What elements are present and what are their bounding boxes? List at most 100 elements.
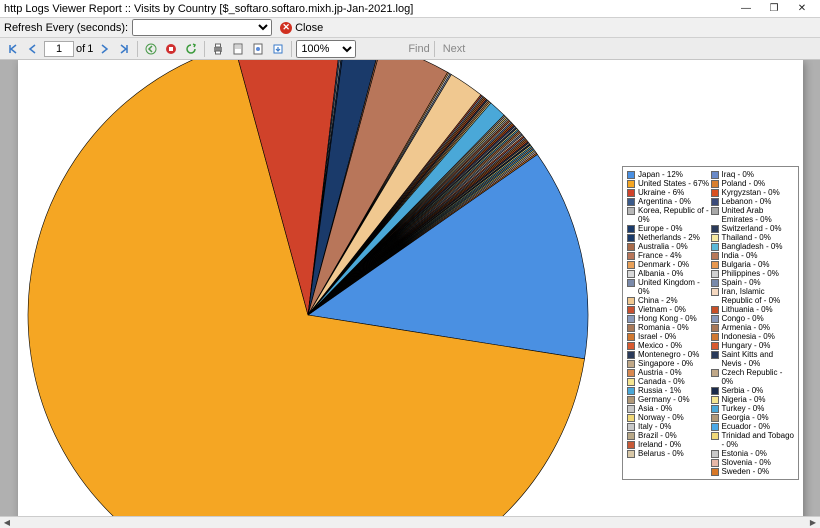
legend-item: Iraq - 0% — [711, 170, 795, 179]
legend-swatch — [627, 261, 635, 269]
legend-swatch — [711, 261, 719, 269]
print-button[interactable] — [209, 40, 227, 58]
legend-item: Norway - 0% — [627, 413, 711, 422]
legend-item: Russia - 1% — [627, 386, 711, 395]
legend-label: Vietnam - 0% — [638, 305, 686, 314]
refresh-interval-select[interactable] — [132, 19, 272, 36]
refresh-label: Refresh Every (seconds): — [4, 22, 128, 34]
legend-item: India - 0% — [711, 251, 795, 260]
legend-label: Israel - 0% — [638, 332, 676, 341]
legend-swatch — [627, 243, 635, 251]
legend-label: Georgia - 0% — [722, 413, 769, 422]
legend-label: Austria - 0% — [638, 368, 682, 377]
print-layout-button[interactable] — [229, 40, 247, 58]
legend-item: Europe - 0% — [627, 224, 711, 233]
legend-item: Ecuador - 0% — [711, 422, 795, 431]
legend-item: Thailand - 0% — [711, 233, 795, 242]
legend-label: Ecuador - 0% — [722, 422, 770, 431]
first-page-button[interactable] — [4, 40, 22, 58]
legend-label: Indonesia - 0% — [722, 332, 775, 341]
page-number-input[interactable] — [44, 41, 74, 57]
legend-label: Europe - 0% — [638, 224, 682, 233]
legend-swatch — [627, 378, 635, 386]
close-report-button[interactable]: ✕ Close — [276, 21, 327, 35]
scroll-right-button[interactable]: ▶ — [806, 517, 820, 528]
legend-swatch — [627, 432, 635, 440]
legend-label: Argentina - 0% — [638, 197, 691, 206]
legend-item: Hungary - 0% — [711, 341, 795, 350]
legend-swatch — [627, 297, 635, 305]
scroll-track[interactable] — [14, 517, 806, 528]
legend-label: Turkey - 0% — [722, 404, 765, 413]
legend-item: Korea, Republic of - 0% — [627, 206, 711, 224]
window-titlebar: http Logs Viewer Report :: Visits by Cou… — [0, 0, 820, 18]
legend-item: Bulgaria - 0% — [711, 260, 795, 269]
legend-swatch — [627, 279, 635, 287]
window-maximize-button[interactable]: ❐ — [760, 0, 788, 17]
legend-label: Switzerland - 0% — [722, 224, 782, 233]
legend-swatch — [627, 405, 635, 413]
legend-label: Russia - 1% — [638, 386, 681, 395]
back-button[interactable] — [142, 40, 160, 58]
legend-label: Canada - 0% — [638, 377, 685, 386]
zoom-select[interactable]: 100% — [296, 40, 356, 58]
legend-item: Romania - 0% — [627, 323, 711, 332]
legend-swatch — [627, 252, 635, 260]
next-page-button[interactable] — [95, 40, 113, 58]
legend-swatch — [711, 198, 719, 206]
chart-legend: Japan - 12%United States - 67%Ukraine - … — [622, 166, 799, 480]
legend-swatch — [711, 324, 719, 332]
legend-label: Kyrgyzstan - 0% — [722, 188, 780, 197]
legend-swatch — [627, 342, 635, 350]
horizontal-scrollbar[interactable]: ◀ ▶ — [0, 516, 820, 528]
legend-item: Trinidad and Tobago - 0% — [711, 431, 795, 449]
report-page: Japan - 12%United States - 67%Ukraine - … — [18, 60, 803, 516]
last-page-button[interactable] — [115, 40, 133, 58]
legend-label: Ireland - 0% — [638, 440, 681, 449]
legend-item: United States - 67% — [627, 179, 711, 188]
prev-page-button[interactable] — [24, 40, 42, 58]
legend-swatch — [711, 189, 719, 197]
legend-swatch — [627, 396, 635, 404]
legend-swatch — [627, 234, 635, 242]
page-setup-button[interactable] — [249, 40, 267, 58]
legend-item: Spain - 0% — [711, 278, 795, 287]
legend-item: Lebanon - 0% — [711, 197, 795, 206]
legend-label: United Arab Emirates - 0% — [722, 206, 795, 224]
legend-item: Germany - 0% — [627, 395, 711, 404]
legend-item: Lithuania - 0% — [711, 305, 795, 314]
legend-item: Estonia - 0% — [711, 449, 795, 458]
window-title: http Logs Viewer Report :: Visits by Cou… — [4, 3, 732, 15]
legend-label: Ukraine - 6% — [638, 188, 684, 197]
legend-swatch — [711, 405, 719, 413]
legend-item: Albania - 0% — [627, 269, 711, 278]
window-minimize-button[interactable]: — — [732, 0, 760, 17]
export-button[interactable] — [269, 40, 287, 58]
legend-item: Vietnam - 0% — [627, 305, 711, 314]
legend-item: Czech Republic - 0% — [711, 368, 795, 386]
of-label: of — [76, 43, 85, 55]
scroll-left-button[interactable]: ◀ — [0, 517, 14, 528]
legend-label: Mexico - 0% — [638, 341, 682, 350]
legend-item: Argentina - 0% — [627, 197, 711, 206]
legend-swatch — [711, 306, 719, 314]
legend-item: Saint Kitts and Nevis - 0% — [711, 350, 795, 368]
refresh-button[interactable] — [182, 40, 200, 58]
legend-item: Mexico - 0% — [627, 341, 711, 350]
legend-swatch — [627, 450, 635, 458]
stop-button[interactable] — [162, 40, 180, 58]
legend-swatch — [711, 243, 719, 251]
legend-item: Iran, Islamic Republic of - 0% — [711, 287, 795, 305]
legend-swatch — [627, 351, 635, 359]
legend-label: Iraq - 0% — [722, 170, 754, 179]
next-find-label[interactable]: Next — [443, 43, 466, 55]
legend-swatch — [627, 189, 635, 197]
find-label[interactable]: Find — [408, 43, 429, 55]
legend-swatch — [627, 180, 635, 188]
legend-swatch — [627, 369, 635, 377]
refresh-toolbar: Refresh Every (seconds): ✕ Close — [0, 18, 820, 38]
report-viewport[interactable]: Japan - 12%United States - 67%Ukraine - … — [0, 60, 820, 516]
window-close-button[interactable]: ✕ — [788, 0, 816, 17]
legend-swatch — [627, 333, 635, 341]
legend-swatch — [711, 225, 719, 233]
